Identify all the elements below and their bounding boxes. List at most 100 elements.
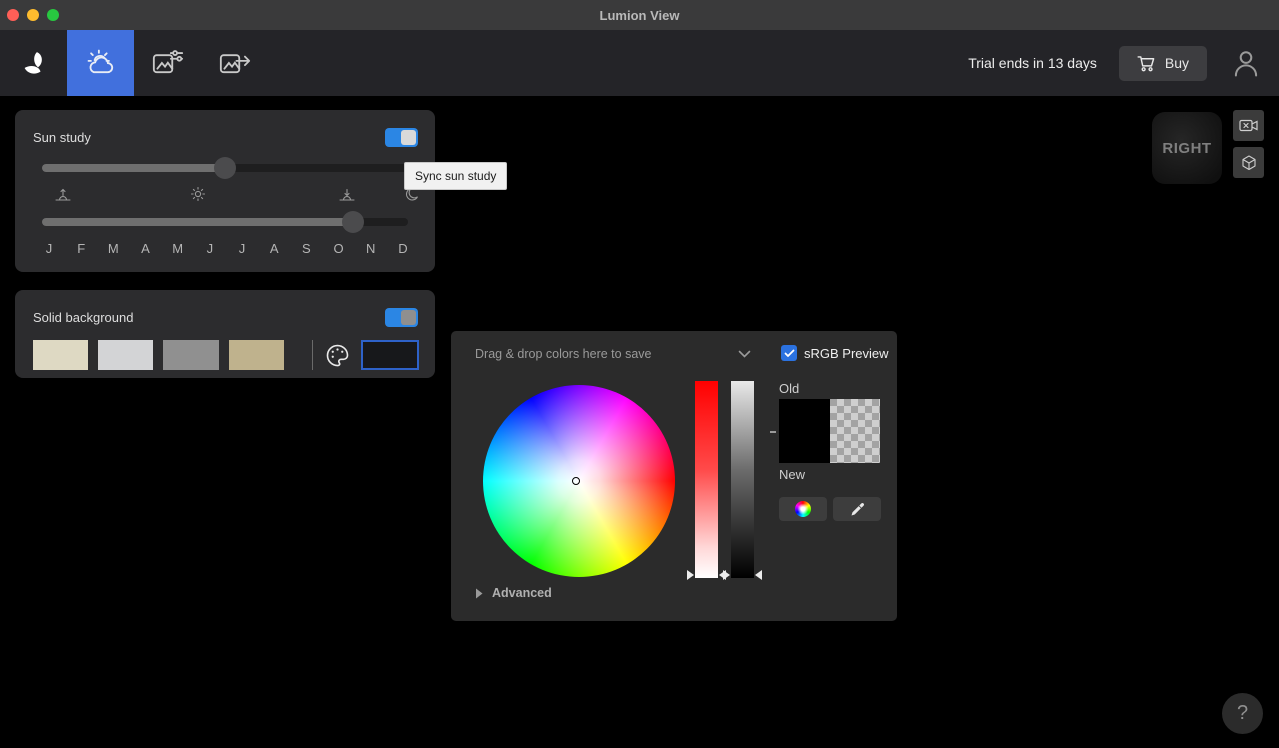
trial-text: Trial ends in 13 days <box>968 55 1097 71</box>
solid-background-title: Solid background <box>33 310 133 325</box>
color-wheel-mode-button[interactable] <box>779 497 827 521</box>
preset-swatch-3[interactable] <box>163 340 218 370</box>
month-label: S <box>299 241 313 256</box>
picker-buttons <box>779 497 881 521</box>
view-cube-face-label: RIGHT <box>1162 140 1211 157</box>
time-slider-knob[interactable] <box>214 157 236 179</box>
solid-background-toggle-knob <box>401 310 416 325</box>
color-wheel-cursor <box>572 477 580 485</box>
old-color-swatch <box>779 399 830 463</box>
swatch-row <box>15 340 435 370</box>
saturation-marker-left[interactable] <box>687 570 694 580</box>
color-wheel[interactable] <box>483 385 675 577</box>
cube-icon <box>1240 154 1258 172</box>
palette-button[interactable] <box>325 343 351 368</box>
saved-colors-label: Drag & drop colors here to save <box>475 347 651 361</box>
tab-weather[interactable] <box>67 30 134 96</box>
triangle-right-icon <box>475 588 483 599</box>
preset-swatch-4[interactable] <box>229 340 284 370</box>
sun-study-panel: Sun study <box>15 110 435 272</box>
video-camera-x-icon <box>1239 118 1258 133</box>
time-of-day-slider[interactable] <box>42 157 408 179</box>
advanced-label: Advanced <box>492 586 552 600</box>
srgb-preview-label: sRGB Preview <box>804 346 889 361</box>
month-label: N <box>364 241 378 256</box>
solid-background-toggle[interactable] <box>385 308 418 327</box>
old-new-divider-mark <box>770 431 776 433</box>
sun-icon <box>190 186 206 202</box>
color-wheel-icon <box>795 501 811 517</box>
sun-study-title: Sun study <box>33 130 91 145</box>
lumion-logo-button[interactable] <box>0 30 67 96</box>
camera-toggle-button[interactable] <box>1233 110 1264 141</box>
month-label: M <box>106 241 120 256</box>
month-slider-knob[interactable] <box>342 211 364 233</box>
traffic-lights <box>7 0 59 30</box>
checkbox-checked-icon[interactable] <box>781 345 797 361</box>
solid-background-header: Solid background <box>15 290 435 327</box>
viewport-canvas: Sun study <box>0 96 1279 748</box>
image-sliders-icon <box>151 48 185 78</box>
question-mark-icon: ? <box>1237 702 1248 724</box>
chevron-down-icon[interactable] <box>738 350 751 358</box>
color-picker-panel: Drag & drop colors here to save sRGB Pre… <box>451 331 897 621</box>
saturation-bar[interactable] <box>695 381 718 578</box>
solid-background-panel: Solid background <box>15 290 435 378</box>
eyedropper-button[interactable] <box>833 497 881 521</box>
palette-icon <box>325 343 350 368</box>
month-slider[interactable] <box>42 211 408 233</box>
image-arrow-icon <box>218 48 252 78</box>
month-label: A <box>267 241 281 256</box>
time-marks-row <box>42 186 408 206</box>
current-color-box[interactable] <box>361 340 419 370</box>
month-label: F <box>74 241 88 256</box>
main-toolbar: Trial ends in 13 days Buy <box>0 30 1279 96</box>
buy-label: Buy <box>1165 55 1189 71</box>
close-button[interactable] <box>7 9 19 21</box>
month-labels: J F M A M J J A S O N D <box>42 241 410 256</box>
value-marker-left[interactable] <box>723 570 730 580</box>
advanced-toggle[interactable]: Advanced <box>475 586 552 600</box>
month-label: M <box>171 241 185 256</box>
sun-cloud-icon <box>84 48 118 78</box>
tab-photo-adjust[interactable] <box>134 30 201 96</box>
month-label: A <box>139 241 153 256</box>
sync-sun-study-tooltip: Sync sun study <box>404 162 507 190</box>
titlebar: Lumion View <box>0 0 1279 30</box>
month-label: J <box>235 241 249 256</box>
sunrise-icon <box>54 186 72 204</box>
month-label: D <box>396 241 410 256</box>
perspective-cube-button[interactable] <box>1233 147 1264 178</box>
buy-button[interactable]: Buy <box>1119 46 1207 81</box>
account-button[interactable] <box>1229 48 1263 78</box>
month-label: J <box>203 241 217 256</box>
user-icon <box>1232 48 1260 78</box>
window-title: Lumion View <box>600 8 680 23</box>
swatch-divider <box>312 340 313 370</box>
new-label: New <box>779 467 805 482</box>
cart-icon <box>1137 55 1156 72</box>
sun-study-toggle[interactable] <box>385 128 418 147</box>
new-color-swatch <box>830 399 881 463</box>
month-label: J <box>42 241 56 256</box>
help-button[interactable]: ? <box>1222 693 1263 734</box>
value-bar[interactable] <box>731 381 754 578</box>
sun-study-header: Sun study <box>15 110 435 147</box>
sun-study-toggle-knob <box>401 130 416 145</box>
minimize-button[interactable] <box>27 9 39 21</box>
srgb-preview-checkbox[interactable]: sRGB Preview <box>781 345 889 361</box>
old-label: Old <box>779 381 799 396</box>
month-label: O <box>332 241 346 256</box>
preset-swatch-1[interactable] <box>33 340 88 370</box>
lumion-logo-icon <box>21 50 47 76</box>
preset-swatch-2[interactable] <box>98 340 153 370</box>
old-new-swatch <box>779 399 880 463</box>
zoom-button[interactable] <box>47 9 59 21</box>
time-slider-fill <box>42 164 225 172</box>
tab-image-export[interactable] <box>201 30 268 96</box>
toolbar-right: Trial ends in 13 days Buy <box>968 30 1279 96</box>
month-slider-fill <box>42 218 353 226</box>
value-marker-right[interactable] <box>755 570 762 580</box>
view-cube-gizmo[interactable]: RIGHT <box>1152 112 1222 184</box>
eyedropper-icon <box>849 501 866 518</box>
